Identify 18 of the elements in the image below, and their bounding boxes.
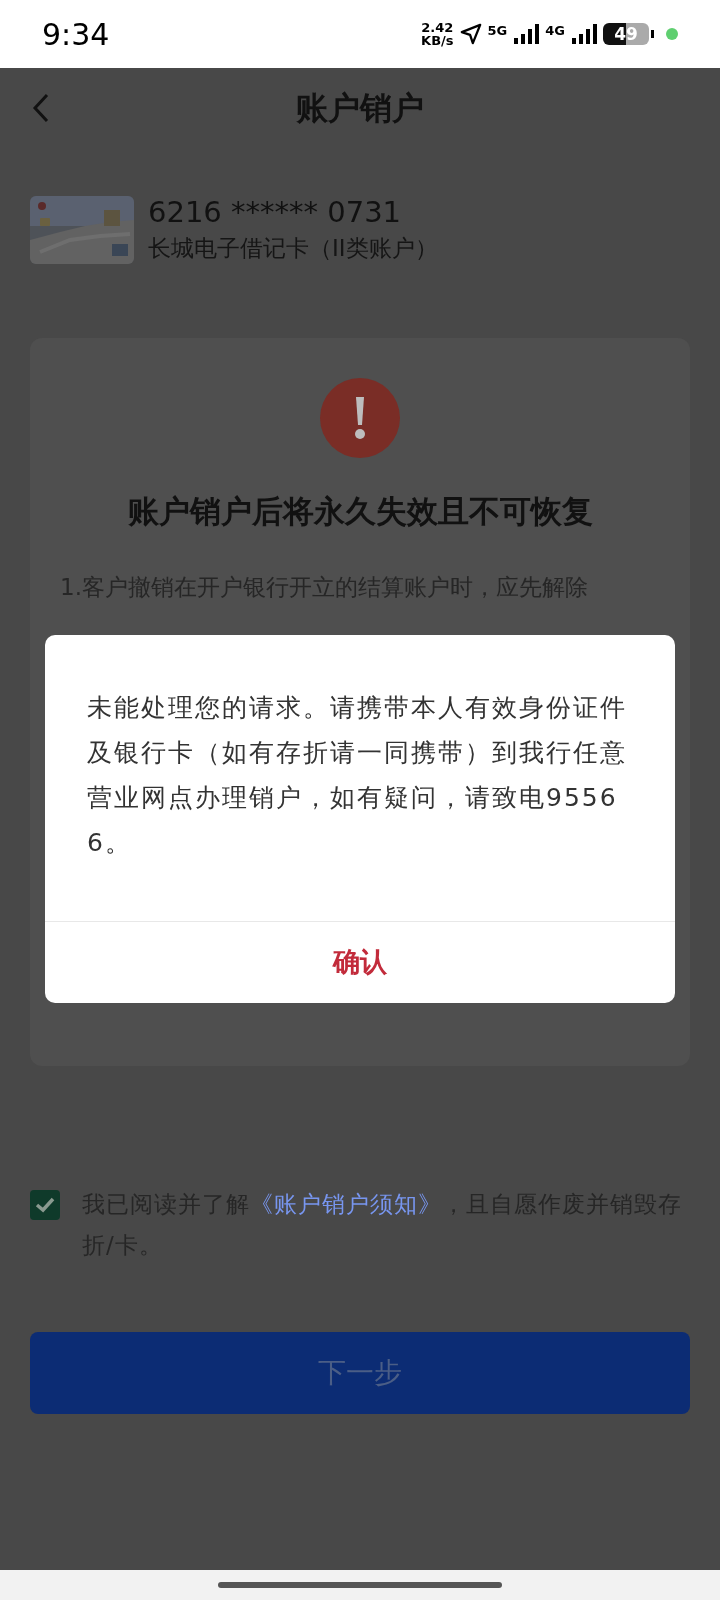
network-speed-unit: KB/s [421,34,454,47]
battery-level: 49 [603,23,649,45]
confirm-button[interactable]: 确认 [45,922,675,1003]
network-type: 5G [487,22,508,40]
agreement-checkbox[interactable] [30,1190,60,1220]
clock: 9:34 [42,15,110,54]
dialog-message: 未能处理您的请求。请携带本人有效身份证件及银行卡（如有存折请一同携带）到我行任意营业网点办理销户，如有疑问，请致电95566。 [87,692,628,859]
notice-link[interactable]: 《账户销户须知》 [250,1191,442,1217]
card-number: 6216 ****** 0731 [148,194,403,230]
signal-icon [571,23,597,45]
network-speed: 2.42 [421,21,454,34]
signal-icon [513,23,540,45]
check-icon [35,1197,55,1213]
back-icon[interactable] [32,93,50,123]
network-type: 4G [545,22,565,40]
notice-heading: 账户销户后将永久失效且不可恢复 [127,492,593,531]
next-button[interactable]: 下一步 [30,1332,690,1414]
location-arrow-icon [459,23,482,45]
